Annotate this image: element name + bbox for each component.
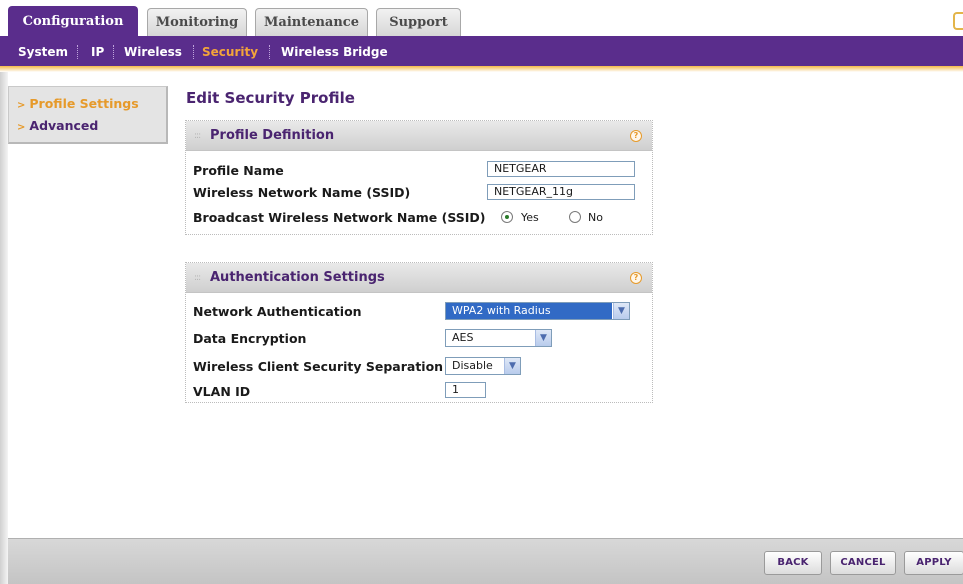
router-admin-page: Configuration Monitoring Maintenance Sup… (0, 0, 963, 584)
section-title: Authentication Settings (210, 270, 385, 285)
chevron-right-icon: > (17, 100, 26, 111)
subnav-wireless[interactable]: Wireless (124, 45, 182, 59)
ssid-input[interactable]: NETGEAR_11g (487, 184, 635, 200)
sidebar-item-advanced[interactable]: > Advanced (17, 118, 98, 133)
sidebar-item-label: Advanced (29, 118, 99, 133)
subnav-separator (269, 45, 270, 59)
broadcast-no-radio[interactable] (569, 211, 581, 223)
sidebar-item-profile-settings[interactable]: > Profile Settings (17, 96, 139, 111)
select-value: WPA2 with Radius (446, 303, 612, 319)
left-edge-shade (0, 72, 8, 584)
broadcast-yes-label: Yes (521, 211, 539, 224)
broadcast-yes-radio[interactable] (501, 211, 513, 223)
cancel-button[interactable]: CANCEL (830, 551, 896, 575)
profile-name-label: Profile Name (193, 163, 284, 178)
vlan-id-input[interactable]: 1 (445, 382, 486, 398)
sidebar-item-label: Profile Settings (29, 96, 139, 111)
vlan-id-label: VLAN ID (193, 384, 251, 399)
client-separation-select[interactable]: Disable ▼ (445, 357, 521, 375)
broadcast-no-label: No (588, 211, 603, 224)
profile-definition-section: ::: Profile Definition ? Profile Name NE… (185, 120, 653, 235)
tab-support[interactable]: Support (376, 8, 461, 36)
chevron-down-icon[interactable]: ▼ (535, 330, 551, 346)
select-value: Disable (452, 359, 493, 372)
drag-handle-icon: ::: (194, 131, 201, 141)
chevron-down-icon[interactable]: ▼ (504, 358, 520, 374)
tab-maintenance[interactable]: Maintenance (255, 8, 368, 36)
data-encryption-select[interactable]: AES ▼ (445, 329, 552, 347)
ssid-label: Wireless Network Name (SSID) (193, 185, 411, 200)
logout-corner-icon (953, 12, 963, 30)
subnav-security[interactable]: Security (202, 45, 258, 59)
subnav-separator (113, 45, 114, 59)
profile-name-input[interactable]: NETGEAR (487, 161, 635, 177)
authentication-settings-section: ::: Authentication Settings ? Network Au… (185, 262, 653, 403)
subnav-ip[interactable]: IP (91, 45, 104, 59)
subnav-accent-strip (0, 66, 963, 72)
select-value: AES (452, 331, 474, 344)
back-button[interactable]: BACK (764, 551, 822, 575)
page-title: Edit Security Profile (186, 89, 355, 107)
network-authentication-select[interactable]: WPA2 with Radius ▼ (445, 302, 630, 320)
data-encryption-label: Data Encryption (193, 331, 307, 346)
left-sidebar: > Profile Settings > Advanced (8, 86, 168, 144)
help-icon[interactable]: ? (630, 130, 642, 142)
broadcast-ssid-label: Broadcast Wireless Network Name (SSID) (193, 210, 486, 225)
tab-configuration[interactable]: Configuration (8, 6, 138, 36)
drag-handle-icon: ::: (194, 273, 201, 283)
subnav-separator (193, 45, 194, 59)
chevron-down-icon[interactable]: ▼ (613, 303, 629, 319)
chevron-right-icon: > (17, 122, 26, 133)
subnav-wireless-bridge[interactable]: Wireless Bridge (281, 45, 388, 59)
subnav-system[interactable]: System (18, 45, 68, 59)
sub-nav-bar: System IP Wireless Security Wireless Bri… (0, 36, 963, 66)
section-header: ::: Authentication Settings ? (186, 263, 652, 293)
section-header: ::: Profile Definition ? (186, 121, 652, 151)
subnav-separator (77, 45, 78, 59)
section-title: Profile Definition (210, 128, 335, 143)
tab-monitoring[interactable]: Monitoring (147, 8, 247, 36)
client-separation-label: Wireless Client Security Separation (193, 359, 444, 374)
main-tab-bar: Configuration Monitoring Maintenance Sup… (0, 0, 963, 36)
help-icon[interactable]: ? (630, 272, 642, 284)
footer-bar: BACK CANCEL APPLY (8, 538, 963, 584)
apply-button[interactable]: APPLY (904, 551, 963, 575)
network-authentication-label: Network Authentication (193, 304, 362, 319)
